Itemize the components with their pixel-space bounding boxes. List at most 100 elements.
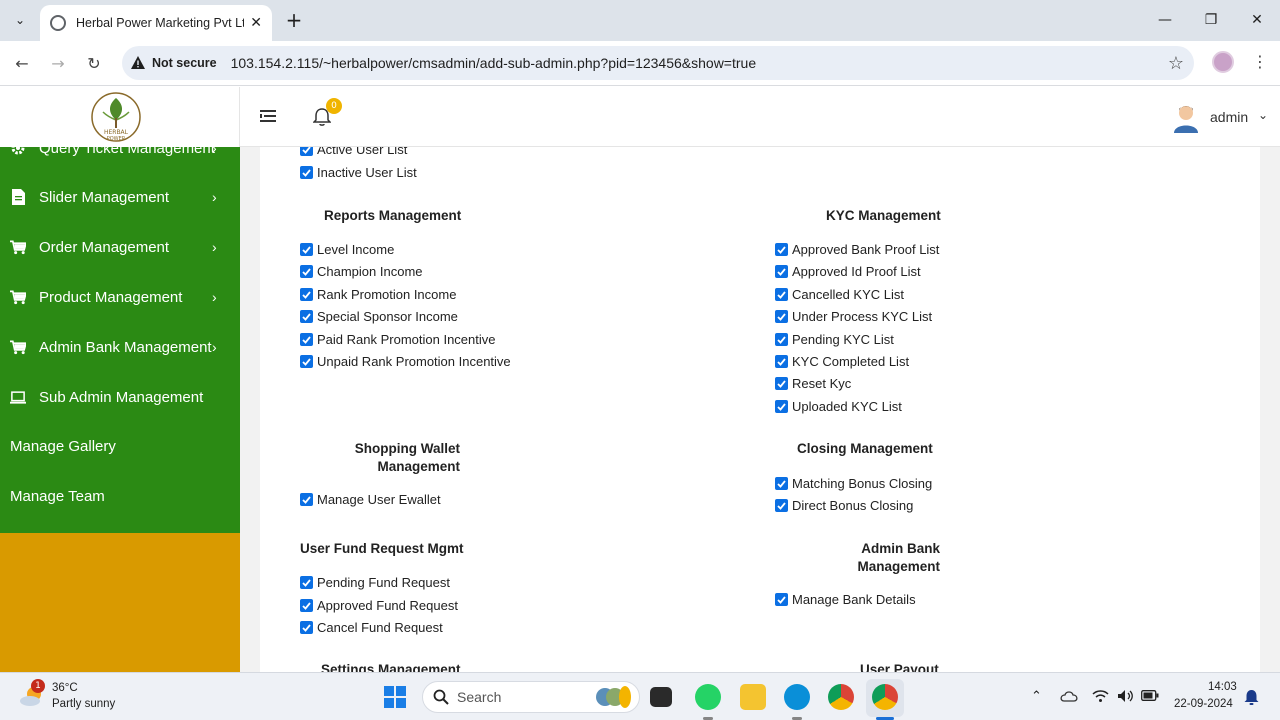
sidebar-item-product[interactable]: Product Management › <box>0 272 240 322</box>
sidebar-item-query-ticket[interactable]: Query Ticket Management › <box>0 147 240 173</box>
permission-checkbox[interactable]: Cancelled KYC List <box>775 287 904 302</box>
new-tab-button[interactable]: + <box>282 8 306 32</box>
permission-checkbox[interactable]: Matching Bonus Closing <box>775 476 932 491</box>
sidebar-item-team[interactable]: Manage Team <box>10 488 105 505</box>
permission-checkbox[interactable]: Uploaded KYC List <box>775 399 902 414</box>
permission-checkbox[interactable]: Paid Rank Promotion Incentive <box>300 332 495 347</box>
reload-icon[interactable]: ↻ <box>82 51 106 75</box>
permission-checkbox[interactable]: Rank Promotion Income <box>300 287 456 302</box>
skype-icon[interactable] <box>784 684 810 710</box>
permission-checkbox[interactable]: Approved Fund Request <box>300 598 458 613</box>
checkbox-checked-icon[interactable] <box>300 166 313 179</box>
permission-checkbox[interactable]: Cancel Fund Request <box>300 620 443 635</box>
browser-menu-icon[interactable]: ⋮ <box>1252 52 1268 71</box>
taskbar-search[interactable]: Search <box>422 681 640 713</box>
checkbox-checked-icon[interactable] <box>775 333 788 346</box>
checkbox-checked-icon[interactable] <box>775 400 788 413</box>
permission-checkbox[interactable]: Pending KYC List <box>775 332 894 347</box>
permission-checkbox[interactable]: Inactive User List <box>300 165 417 180</box>
permission-checkbox[interactable]: Approved Id Proof List <box>775 264 921 279</box>
permission-label: Active User List <box>317 147 408 157</box>
chevron-right-icon: › <box>212 189 217 205</box>
chevron-right-icon: › <box>212 339 217 355</box>
close-tab-icon[interactable]: ✕ <box>250 15 262 31</box>
permission-checkbox[interactable]: Champion Income <box>300 264 423 279</box>
onedrive-cloud-icon[interactable] <box>1060 690 1078 702</box>
whatsapp-icon[interactable] <box>695 684 721 710</box>
task-view-icon[interactable] <box>650 687 672 707</box>
permission-checkbox[interactable]: KYC Completed List <box>775 354 909 369</box>
volume-icon[interactable] <box>1117 689 1134 703</box>
permission-checkbox[interactable]: Active User List <box>300 147 407 157</box>
notification-center-icon[interactable] <box>1244 689 1259 705</box>
sidebar-item-order[interactable]: Order Management › <box>0 222 240 272</box>
user-avatar[interactable] <box>1172 103 1200 133</box>
permission-checkbox[interactable]: Reset Kyc <box>775 376 851 391</box>
chevron-up-icon[interactable]: ⌃ <box>1031 689 1042 704</box>
checkbox-checked-icon[interactable] <box>300 147 313 156</box>
clock-date[interactable]: 22-09-2024 <box>1174 698 1233 710</box>
forward-icon[interactable]: → <box>46 51 70 75</box>
permission-checkbox[interactable]: Approved Bank Proof List <box>775 242 939 257</box>
permission-checkbox[interactable]: Under Process KYC List <box>775 309 932 324</box>
chevron-right-icon: › <box>212 147 217 156</box>
permission-checkbox[interactable]: Unpaid Rank Promotion Incentive <box>300 354 511 369</box>
checkbox-checked-icon[interactable] <box>300 288 313 301</box>
address-bar[interactable]: Not secure 103.154.2.115/~herbalpower/cm… <box>122 46 1194 80</box>
url-text: 103.154.2.115/~herbalpower/cmsadmin/add-… <box>230 55 757 71</box>
chrome-icon[interactable] <box>828 684 854 710</box>
profile-avatar[interactable] <box>1212 51 1234 73</box>
checkbox-checked-icon[interactable] <box>300 621 313 634</box>
browser-tab[interactable]: Herbal Power Marketing Pvt Ltd ✕ <box>40 5 272 41</box>
checkbox-checked-icon[interactable] <box>300 355 313 368</box>
checkbox-checked-icon[interactable] <box>300 599 313 612</box>
herbal-power-logo[interactable]: HERBAL POWER <box>89 90 143 144</box>
checkbox-checked-icon[interactable] <box>300 243 313 256</box>
tab-search-icon[interactable]: ⌄ <box>8 8 32 32</box>
chevron-down-icon[interactable]: ⌄ <box>1258 108 1268 122</box>
sidebar-item-admin-bank[interactable]: Admin Bank Management › <box>0 322 240 372</box>
menu-toggle-icon[interactable] <box>260 109 276 123</box>
permission-label: Approved Id Proof List <box>792 264 921 279</box>
bookmark-star-icon[interactable]: ☆ <box>1168 53 1184 74</box>
weather-temperature[interactable]: 36°C <box>52 682 78 694</box>
permission-checkbox[interactable]: Direct Bonus Closing <box>775 498 913 513</box>
checkbox-checked-icon[interactable] <box>775 377 788 390</box>
checkbox-checked-icon[interactable] <box>775 499 788 512</box>
checkbox-checked-icon[interactable] <box>775 288 788 301</box>
checkbox-checked-icon[interactable] <box>775 310 788 323</box>
file-explorer-icon[interactable] <box>740 684 766 710</box>
minimize-icon[interactable]: — <box>1150 8 1180 32</box>
checkbox-checked-icon[interactable] <box>300 493 313 506</box>
checkbox-checked-icon[interactable] <box>300 265 313 278</box>
weather-condition[interactable]: Partly sunny <box>52 698 115 710</box>
permission-checkbox[interactable]: Manage User Ewallet <box>300 492 441 507</box>
checkbox-checked-icon[interactable] <box>300 310 313 323</box>
wifi-icon[interactable] <box>1092 689 1109 703</box>
sidebar-item-gallery[interactable]: Manage Gallery <box>10 438 116 455</box>
checkbox-checked-icon[interactable] <box>300 333 313 346</box>
permission-checkbox[interactable]: Special Sponsor Income <box>300 309 458 324</box>
window-close-icon[interactable]: ✕ <box>1242 8 1272 32</box>
heading-line: Management <box>857 559 940 574</box>
restore-icon[interactable]: ❐ <box>1196 8 1226 32</box>
sidebar-item-sub-admin[interactable]: Sub Admin Management <box>0 372 240 422</box>
clock-time[interactable]: 14:03 <box>1208 681 1237 693</box>
checkbox-checked-icon[interactable] <box>775 593 788 606</box>
checkbox-checked-icon[interactable] <box>775 243 788 256</box>
permission-checkbox[interactable]: Pending Fund Request <box>300 575 450 590</box>
back-icon[interactable]: ← <box>10 51 34 75</box>
chrome-active-icon[interactable] <box>872 684 898 710</box>
checkbox-checked-icon[interactable] <box>775 355 788 368</box>
sidebar-item-slider[interactable]: Slider Management › <box>0 172 240 222</box>
admin-username[interactable]: admin <box>1210 109 1248 125</box>
permission-checkbox[interactable]: Level Income <box>300 242 394 257</box>
security-chip[interactable]: Not secure <box>130 55 217 71</box>
checkbox-checked-icon[interactable] <box>775 477 788 490</box>
permission-checkbox[interactable]: Manage Bank Details <box>775 592 916 607</box>
battery-icon[interactable] <box>1141 690 1159 701</box>
checkbox-checked-icon[interactable] <box>300 576 313 589</box>
windows-start-icon[interactable] <box>384 686 406 708</box>
checkbox-checked-icon[interactable] <box>775 265 788 278</box>
sidebar: Query Ticket Management › Slider Managem… <box>0 147 240 533</box>
